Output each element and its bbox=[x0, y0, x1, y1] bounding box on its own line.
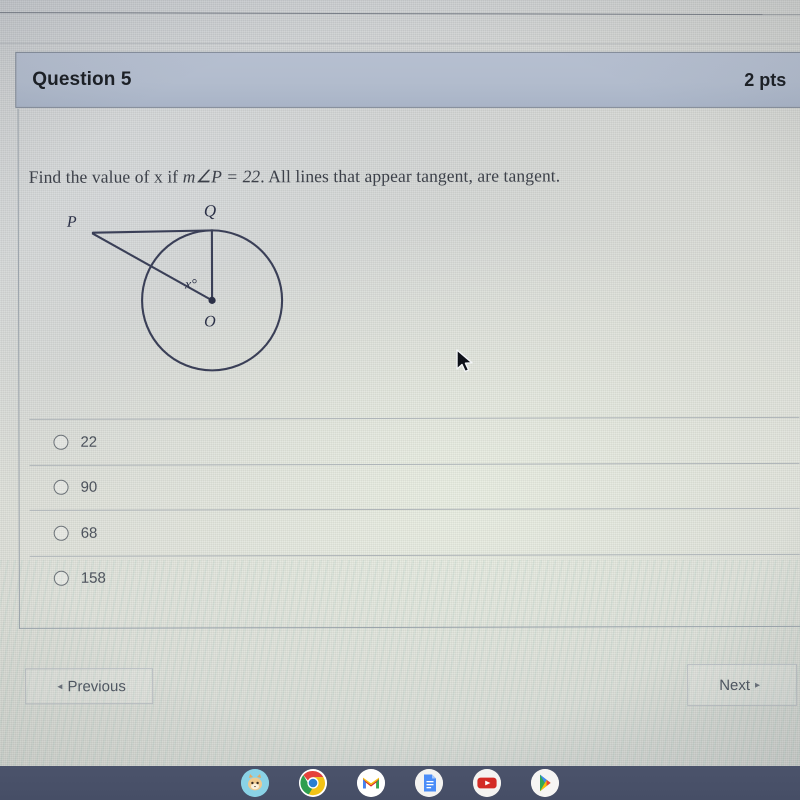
answer-option-row[interactable]: 22 bbox=[29, 416, 800, 465]
quiz-page: Question 5 2 pts Find the value of x if … bbox=[0, 0, 800, 800]
answer-option-row[interactable]: 68 bbox=[29, 507, 800, 556]
answer-options-list: 22 90 68 158 bbox=[29, 416, 800, 601]
previous-button-label: Previous bbox=[67, 677, 126, 695]
prompt-text-leading: Find the value of x if bbox=[28, 166, 183, 187]
diagram-label-P: P bbox=[66, 214, 77, 231]
answer-option-row[interactable]: 158 bbox=[29, 553, 800, 601]
play-store-icon[interactable] bbox=[531, 769, 559, 797]
answer-option-row[interactable]: 90 bbox=[29, 462, 800, 510]
caret-right-icon: ▸ bbox=[755, 679, 761, 691]
diagram-label-O: O bbox=[204, 313, 216, 330]
question-header-bar: Question 5 2 pts bbox=[15, 51, 800, 108]
youtube-icon[interactable] bbox=[473, 769, 501, 797]
diagram-center-point bbox=[208, 296, 216, 304]
google-docs-icon[interactable] bbox=[415, 769, 443, 797]
radio-button-icon[interactable] bbox=[53, 571, 69, 587]
diagram-label-angle: x° bbox=[184, 277, 197, 292]
question-prompt: Find the value of x if m∠P = 22. All lin… bbox=[29, 165, 561, 187]
diagram-label-Q: Q bbox=[204, 201, 216, 220]
question-points-badge: 2 pts bbox=[744, 69, 787, 90]
browser-chrome-divider-bottom bbox=[0, 42, 800, 45]
gmail-icon[interactable] bbox=[357, 769, 385, 797]
prompt-text-trailing: . All lines that appear tangent, are tan… bbox=[260, 165, 561, 187]
browser-chrome-divider-top bbox=[0, 12, 800, 16]
next-button[interactable]: Next ▸ bbox=[687, 663, 798, 707]
geometry-diagram: P Q O x° bbox=[45, 200, 365, 391]
radio-button-icon[interactable] bbox=[53, 480, 69, 496]
radio-button-icon[interactable] bbox=[53, 525, 69, 541]
question-body: Find the value of x if m∠P = 22. All lin… bbox=[17, 106, 800, 629]
taskbar bbox=[0, 766, 800, 800]
answer-option-label: 158 bbox=[80, 569, 106, 587]
prompt-math-expression: m∠P = 22 bbox=[182, 166, 261, 187]
radio-button-icon[interactable] bbox=[53, 434, 69, 450]
answer-option-label: 68 bbox=[80, 524, 98, 542]
question-title: Question 5 bbox=[32, 68, 132, 90]
answer-option-label: 90 bbox=[80, 478, 98, 496]
caret-left-icon: ◂ bbox=[57, 680, 63, 692]
screen-photo: Question 5 2 pts Find the value of x if … bbox=[0, 0, 800, 800]
answer-option-label: 22 bbox=[80, 433, 98, 451]
previous-button[interactable]: ◂ Previous bbox=[25, 668, 154, 705]
chrome-icon[interactable] bbox=[299, 769, 327, 797]
cat-app-icon[interactable] bbox=[241, 769, 269, 797]
next-button-label: Next bbox=[719, 676, 751, 694]
